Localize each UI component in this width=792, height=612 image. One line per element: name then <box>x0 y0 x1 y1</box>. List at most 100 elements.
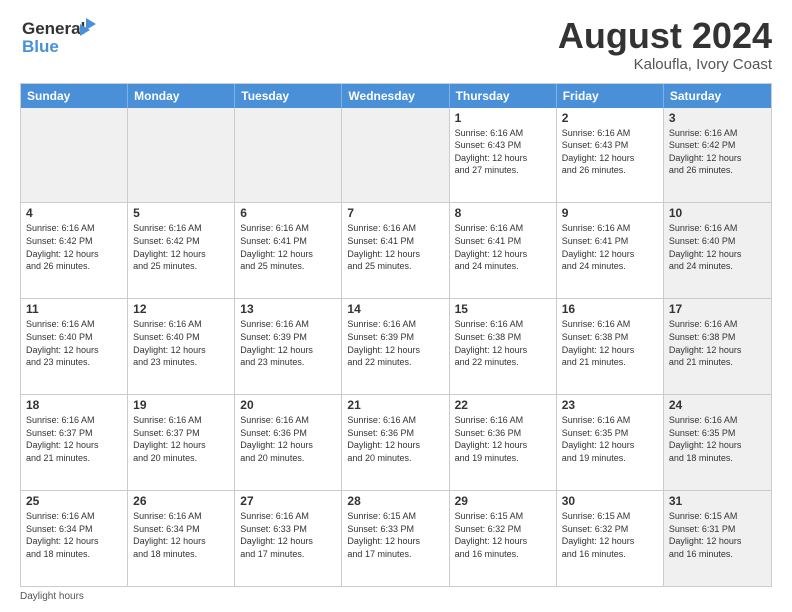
day-info: Sunrise: 6:16 AMSunset: 6:42 PMDaylight:… <box>26 222 122 272</box>
logo: GeneralBlue <box>20 16 100 56</box>
day-number: 18 <box>26 398 122 412</box>
day-info: Sunrise: 6:16 AMSunset: 6:43 PMDaylight:… <box>562 127 658 177</box>
day-number: 21 <box>347 398 443 412</box>
subtitle: Kaloufla, Ivory Coast <box>558 56 772 73</box>
footer-note: Daylight hours <box>20 591 772 602</box>
calendar-cell: 14Sunrise: 6:16 AMSunset: 6:39 PMDayligh… <box>342 299 449 394</box>
day-info: Sunrise: 6:16 AMSunset: 6:41 PMDaylight:… <box>455 222 551 272</box>
page: GeneralBlue August 2024 Kaloufla, Ivory … <box>0 0 792 612</box>
calendar-cell: 27 Sunrise: 6:16 AMSunset: 6:33 PMDayligh… <box>235 491 342 586</box>
day-number: 1 <box>455 111 551 125</box>
calendar-row: 25 Sunrise: 6:16 AMSunset: 6:34 PMDayligh… <box>21 491 771 586</box>
calendar-cell <box>235 108 342 203</box>
day-info: Sunrise: 6:16 AMSunset: 6:37 PMDaylight:… <box>133 414 229 464</box>
day-info: Sunrise: 6:16 AMSunset: 6:37 PMDaylight:… <box>26 414 122 464</box>
weekday-header: Wednesday <box>342 84 449 108</box>
calendar-row: 11 Sunrise: 6:16 AMSunset: 6:40 PMDayligh… <box>21 299 771 395</box>
calendar-cell <box>342 108 449 203</box>
weekday-header: Tuesday <box>235 84 342 108</box>
calendar-cell: 11 Sunrise: 6:16 AMSunset: 6:40 PMDayligh… <box>21 299 128 394</box>
day-info: Sunrise: 6:16 AMSunset: 6:40 PMDaylight:… <box>133 318 229 368</box>
logo-icon: GeneralBlue <box>20 16 100 56</box>
day-info: Sunrise: 6:16 AMSunset: 6:38 PMDaylight:… <box>455 318 551 368</box>
calendar-cell: 8 Sunrise: 6:16 AMSunset: 6:41 PMDaylight… <box>450 203 557 298</box>
day-info: Sunrise: 6:16 AMSunset: 6:41 PMDaylight:… <box>347 222 443 272</box>
day-number: 8 <box>455 206 551 220</box>
weekday-header: Monday <box>128 84 235 108</box>
calendar-cell: 12 Sunrise: 6:16 AMSunset: 6:40 PMDayligh… <box>128 299 235 394</box>
day-info: Sunrise: 6:16 AMSunset: 6:39 PMDaylight:… <box>240 318 336 368</box>
day-number: 11 <box>26 302 122 316</box>
calendar-cell: 30Sunrise: 6:15 AMSunset: 6:32 PMDayligh… <box>557 491 664 586</box>
main-title: August 2024 <box>558 16 772 56</box>
day-number: 15 <box>455 302 551 316</box>
day-info: Sunrise: 6:16 AMSunset: 6:41 PMDaylight:… <box>240 222 336 272</box>
day-number: 25 <box>26 494 122 508</box>
day-info: Sunrise: 6:16 AMSunset: 6:34 PMDaylight:… <box>26 510 122 560</box>
day-number: 6 <box>240 206 336 220</box>
day-info: Sunrise: 6:15 AMSunset: 6:33 PMDaylight:… <box>347 510 443 560</box>
day-number: 29 <box>455 494 551 508</box>
day-number: 23 <box>562 398 658 412</box>
day-number: 31 <box>669 494 766 508</box>
calendar-cell: 26 Sunrise: 6:16 AMSunset: 6:34 PMDayligh… <box>128 491 235 586</box>
day-info: Sunrise: 6:16 AMSunset: 6:40 PMDaylight:… <box>26 318 122 368</box>
calendar-cell: 4 Sunrise: 6:16 AMSunset: 6:42 PMDaylight… <box>21 203 128 298</box>
calendar-cell <box>128 108 235 203</box>
day-info: Sunrise: 6:16 AMSunset: 6:41 PMDaylight:… <box>562 222 658 272</box>
calendar-cell: 1Sunrise: 6:16 AMSunset: 6:43 PMDaylight… <box>450 108 557 203</box>
day-number: 24 <box>669 398 766 412</box>
weekday-header: Friday <box>557 84 664 108</box>
day-info: Sunrise: 6:16 AMSunset: 6:42 PMDaylight:… <box>669 127 766 177</box>
day-number: 17 <box>669 302 766 316</box>
calendar-cell: 5 Sunrise: 6:16 AMSunset: 6:42 PMDaylight… <box>128 203 235 298</box>
day-number: 4 <box>26 206 122 220</box>
calendar-cell: 25 Sunrise: 6:16 AMSunset: 6:34 PMDayligh… <box>21 491 128 586</box>
day-info: Sunrise: 6:16 AMSunset: 6:34 PMDaylight:… <box>133 510 229 560</box>
day-info: Sunrise: 6:16 AMSunset: 6:33 PMDaylight:… <box>240 510 336 560</box>
calendar: SundayMondayTuesdayWednesdayThursdayFrid… <box>20 83 772 587</box>
calendar-cell: 9Sunrise: 6:16 AMSunset: 6:41 PMDaylight… <box>557 203 664 298</box>
day-info: Sunrise: 6:16 AMSunset: 6:36 PMDaylight:… <box>347 414 443 464</box>
header: GeneralBlue August 2024 Kaloufla, Ivory … <box>20 16 772 73</box>
day-info: Sunrise: 6:16 AMSunset: 6:38 PMDaylight:… <box>562 318 658 368</box>
calendar-cell: 18 Sunrise: 6:16 AMSunset: 6:37 PMDayligh… <box>21 395 128 490</box>
day-info: Sunrise: 6:16 AMSunset: 6:38 PMDaylight:… <box>669 318 766 368</box>
calendar-cell: 7 Sunrise: 6:16 AMSunset: 6:41 PMDaylight… <box>342 203 449 298</box>
day-info: Sunrise: 6:16 AMSunset: 6:40 PMDaylight:… <box>669 222 766 272</box>
day-info: Sunrise: 6:15 AMSunset: 6:31 PMDaylight:… <box>669 510 766 560</box>
calendar-cell: 19 Sunrise: 6:16 AMSunset: 6:37 PMDayligh… <box>128 395 235 490</box>
day-info: Sunrise: 6:16 AMSunset: 6:42 PMDaylight:… <box>133 222 229 272</box>
calendar-cell: 22Sunrise: 6:16 AMSunset: 6:36 PMDayligh… <box>450 395 557 490</box>
day-number: 30 <box>562 494 658 508</box>
calendar-cell <box>21 108 128 203</box>
day-number: 13 <box>240 302 336 316</box>
svg-text:Blue: Blue <box>22 37 59 56</box>
calendar-cell: 2Sunrise: 6:16 AMSunset: 6:43 PMDaylight… <box>557 108 664 203</box>
day-info: Sunrise: 6:15 AMSunset: 6:32 PMDaylight:… <box>455 510 551 560</box>
day-info: Sunrise: 6:16 AMSunset: 6:36 PMDaylight:… <box>240 414 336 464</box>
calendar-cell: 3 Sunrise: 6:16 AMSunset: 6:42 PMDaylight… <box>664 108 771 203</box>
weekday-header: Saturday <box>664 84 771 108</box>
day-number: 12 <box>133 302 229 316</box>
calendar-header: SundayMondayTuesdayWednesdayThursdayFrid… <box>21 84 771 108</box>
calendar-cell: 15 Sunrise: 6:16 AMSunset: 6:38 PMDayligh… <box>450 299 557 394</box>
weekday-header: Thursday <box>450 84 557 108</box>
day-number: 3 <box>669 111 766 125</box>
day-number: 27 <box>240 494 336 508</box>
calendar-cell: 17 Sunrise: 6:16 AMSunset: 6:38 PMDayligh… <box>664 299 771 394</box>
calendar-row: 1 Sunrise: 6:16 AMSunset: 6:43 PMDaylight… <box>21 108 771 204</box>
calendar-body: 1 Sunrise: 6:16 AMSunset: 6:43 PMDaylight… <box>21 108 771 586</box>
day-number: 19 <box>133 398 229 412</box>
day-number: 28 <box>347 494 443 508</box>
day-number: 26 <box>133 494 229 508</box>
day-info: Sunrise: 6:16 AMSunset: 6:35 PMDaylight:… <box>562 414 658 464</box>
day-number: 7 <box>347 206 443 220</box>
day-number: 10 <box>669 206 766 220</box>
day-number: 5 <box>133 206 229 220</box>
calendar-cell: 10 Sunrise: 6:16 AMSunset: 6:40 PMDayligh… <box>664 203 771 298</box>
calendar-cell: 21 Sunrise: 6:16 AMSunset: 6:36 PMDayligh… <box>342 395 449 490</box>
calendar-cell: 29 Sunrise: 6:15 AMSunset: 6:32 PMDayligh… <box>450 491 557 586</box>
day-number: 20 <box>240 398 336 412</box>
calendar-cell: 16Sunrise: 6:16 AMSunset: 6:38 PMDayligh… <box>557 299 664 394</box>
